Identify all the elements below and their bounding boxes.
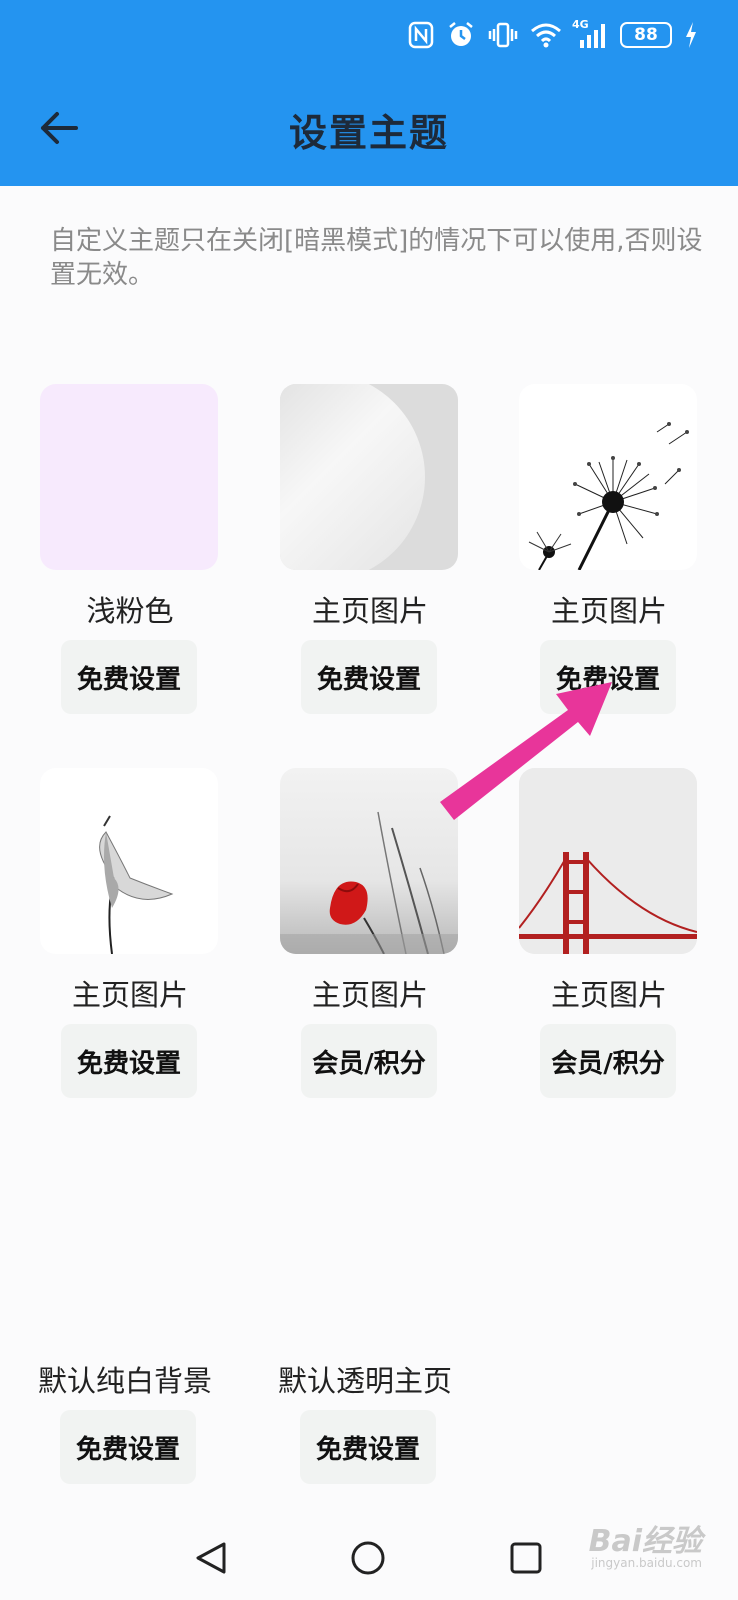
network-type: 4G (572, 18, 589, 31)
theme-thumbnail-dandelion[interactable] (519, 384, 697, 570)
set-theme-button[interactable]: 免费设置 (61, 1024, 197, 1098)
square-recents-icon (510, 1542, 542, 1574)
nav-recents-button[interactable] (506, 1538, 546, 1578)
circle-home-icon (351, 1541, 385, 1575)
baidu-watermark: Bai经验 jingyan.baidu.com (589, 1516, 702, 1570)
charging-icon (684, 21, 698, 49)
theme-thumbnail-calla-lily[interactable] (40, 768, 218, 954)
default-option-label: 默认透明主页 (278, 1364, 453, 1398)
theme-thumbnail-pink[interactable] (40, 384, 218, 570)
theme-card[interactable]: 主页图片 免费设置 (280, 384, 460, 714)
theme-card[interactable]: 主页图片 免费设置 (40, 768, 220, 1098)
set-theme-button[interactable]: 会员/积分 (540, 1024, 676, 1098)
theme-thumbnail-gray[interactable] (280, 384, 458, 570)
annotation-arrow-icon (430, 670, 630, 834)
set-theme-button[interactable]: 免费设置 (301, 640, 437, 714)
alarm-icon (446, 20, 476, 50)
battery-indicator: 88 (620, 22, 672, 48)
app-header: 4G 88 设置主题 (0, 0, 738, 186)
watermark-url: jingyan.baidu.com (591, 1556, 702, 1570)
default-option-label: 默认纯白背景 (38, 1364, 213, 1398)
theme-card[interactable]: 主页图片 免费设置 (519, 384, 699, 714)
nfc-icon (408, 21, 434, 49)
set-default-transparent-button[interactable]: 免费设置 (300, 1410, 436, 1484)
vibrate-icon (488, 21, 518, 49)
triangle-back-icon (196, 1542, 226, 1574)
set-theme-button[interactable]: 免费设置 (61, 640, 197, 714)
nav-home-button[interactable] (348, 1538, 388, 1578)
theme-label: 主页图片 (311, 594, 428, 628)
dark-mode-notice: 自定义主题只在关闭[暗黑模式]的情况下可以使用,否则设置无效。 (50, 226, 703, 290)
status-bar: 4G 88 (408, 18, 698, 52)
theme-label: 主页图片 (311, 978, 428, 1012)
theme-label: 主页图片 (71, 978, 188, 1012)
set-default-white-button[interactable]: 免费设置 (60, 1410, 196, 1484)
watermark-main: Bai经验 (588, 1524, 702, 1559)
nav-back-button[interactable] (192, 1538, 232, 1578)
theme-label: 主页图片 (550, 978, 667, 1012)
theme-card[interactable]: 浅粉色 免费设置 (40, 384, 220, 714)
set-theme-button[interactable]: 会员/积分 (301, 1024, 437, 1098)
theme-label: 主页图片 (550, 594, 667, 628)
wifi-icon (530, 22, 562, 48)
signal-icon: 4G (572, 18, 608, 50)
theme-label: 浅粉色 (86, 594, 174, 628)
page-title: 设置主题 (288, 111, 449, 155)
